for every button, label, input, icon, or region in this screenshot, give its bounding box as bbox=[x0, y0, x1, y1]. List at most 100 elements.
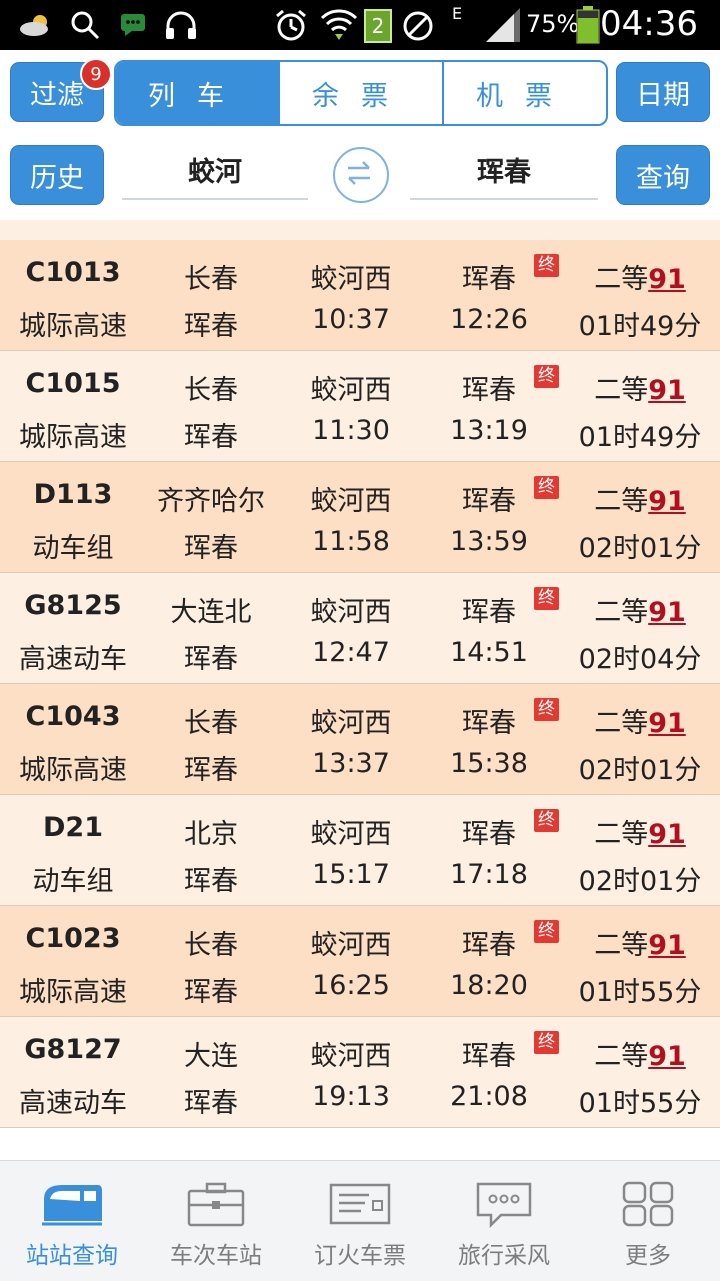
to-station-field[interactable]: 珲春 bbox=[410, 140, 598, 200]
seat-count[interactable]: 91 bbox=[648, 1041, 686, 1072]
origin-station: 大连 bbox=[184, 1041, 238, 1072]
briefcase-icon bbox=[187, 1182, 245, 1227]
terminal-station: 珲春 bbox=[184, 644, 238, 675]
train-row[interactable]: G8127 高速动车 大连 珲春 蛟河西 19:13 珲春 21:08 01时55分 二等91 终 bbox=[0, 1017, 720, 1128]
grid-icon bbox=[622, 1181, 674, 1227]
nav-label: 旅行采风 bbox=[458, 1243, 550, 1269]
seat-class: 二等 bbox=[594, 708, 649, 739]
train-row[interactable]: C1013 城际高速 长春 珲春 蛟河西 10:37 珲春 12:26 01时49分 二等91 终 bbox=[0, 240, 720, 351]
seat-info[interactable]: 二等91 bbox=[560, 701, 720, 740]
terminal-station: 珲春 bbox=[184, 977, 238, 1008]
nav-label: 更多 bbox=[625, 1243, 671, 1269]
train-number: D113 bbox=[33, 479, 113, 510]
train-type: 城际高速 bbox=[19, 755, 127, 786]
from-station-field[interactable]: 蛟河 bbox=[122, 140, 308, 200]
filter-count-badge: 9 bbox=[80, 58, 112, 90]
seat-count[interactable]: 91 bbox=[648, 264, 686, 295]
train-type: 高速动车 bbox=[19, 644, 127, 675]
seat-count[interactable]: 91 bbox=[648, 708, 686, 739]
nav-more[interactable]: 更多 bbox=[576, 1161, 720, 1281]
from-station: 蛟河 bbox=[188, 156, 242, 188]
arrival-time: 15:38 bbox=[450, 748, 528, 779]
train-list[interactable]: C1013 城际高速 长春 珲春 蛟河西 10:37 珲春 12:26 01时49分 二等91 终 C… bbox=[0, 220, 720, 1160]
seat-count[interactable]: 91 bbox=[648, 375, 686, 406]
departure-station: 蛟河西 bbox=[310, 597, 392, 628]
terminal-station: 珲春 bbox=[184, 422, 238, 453]
seat-info[interactable]: 二等91 bbox=[560, 257, 720, 296]
seat-info[interactable]: 二等91 bbox=[560, 479, 720, 518]
seat-info[interactable]: 二等91 bbox=[560, 590, 720, 629]
departure-station: 蛟河西 bbox=[310, 486, 392, 517]
train-row[interactable]: D113 动车组 齐齐哈尔 珲春 蛟河西 11:58 珲春 13:59 02时01分 二等91 终 bbox=[0, 462, 720, 573]
query-button[interactable]: 查询 bbox=[616, 145, 710, 205]
terminal-station: 珲春 bbox=[184, 755, 238, 786]
terminal-tag: 终 bbox=[534, 698, 559, 721]
seat-class: 二等 bbox=[594, 1041, 649, 1072]
departure-time: 16:25 bbox=[312, 970, 390, 1001]
nav-label: 站站查询 bbox=[26, 1243, 118, 1269]
departure-station: 蛟河西 bbox=[310, 930, 392, 961]
nav-book-ticket[interactable]: 订火车票 bbox=[288, 1161, 432, 1281]
seat-info[interactable]: 二等91 bbox=[560, 923, 720, 962]
alarm-icon bbox=[276, 9, 306, 41]
partial-row bbox=[0, 220, 720, 241]
seat-info[interactable]: 二等91 bbox=[560, 368, 720, 407]
seat-count[interactable]: 91 bbox=[648, 597, 686, 628]
segmented-control: 列车 余票 机票 bbox=[114, 60, 608, 126]
arrival-time: 14:51 bbox=[450, 637, 528, 668]
train-number: C1023 bbox=[25, 923, 121, 954]
train-type: 城际高速 bbox=[19, 311, 127, 342]
history-button[interactable]: 历史 bbox=[10, 145, 104, 205]
seat-count[interactable]: 91 bbox=[648, 930, 686, 961]
nav-label: 车次车站 bbox=[170, 1243, 262, 1269]
seat-info[interactable]: 二等91 bbox=[560, 812, 720, 851]
departure-time: 12:47 bbox=[312, 637, 390, 668]
train-row[interactable]: C1043 城际高速 长春 珲春 蛟河西 13:37 珲春 15:38 02时01分 二等91 终 bbox=[0, 684, 720, 795]
speech-bubble-icon bbox=[476, 1182, 532, 1229]
terminal-station: 珲春 bbox=[184, 533, 238, 564]
swap-stations-button[interactable] bbox=[333, 147, 389, 203]
train-type: 高速动车 bbox=[19, 1088, 127, 1119]
duration: 02时04分 bbox=[578, 644, 702, 675]
train-type: 动车组 bbox=[32, 866, 114, 897]
train-type: 城际高速 bbox=[19, 977, 127, 1008]
arrival-time: 12:26 bbox=[450, 304, 528, 335]
train-row[interactable]: C1023 城际高速 长春 珲春 蛟河西 16:25 珲春 18:20 01时55分 二等91 终 bbox=[0, 906, 720, 1017]
departure-time: 19:13 bbox=[312, 1081, 390, 1112]
nav-label: 订火车票 bbox=[314, 1243, 406, 1269]
seat-info[interactable]: 二等91 bbox=[560, 1034, 720, 1073]
battery-icon bbox=[576, 6, 600, 44]
terminal-tag: 终 bbox=[534, 476, 559, 499]
status-bar: 2 E 75% 04:36 bbox=[0, 0, 720, 50]
origin-station: 长春 bbox=[184, 930, 238, 961]
signal-icon bbox=[486, 8, 520, 42]
nav-train-station[interactable]: 车次车站 bbox=[144, 1161, 288, 1281]
seat-class: 二等 bbox=[594, 264, 649, 295]
tab-remaining-tickets[interactable]: 余票 bbox=[278, 62, 442, 124]
train-row[interactable]: D21 动车组 北京 珲春 蛟河西 15:17 珲春 17:18 02时01分 二等91 终 bbox=[0, 795, 720, 906]
arrival-time: 18:20 bbox=[450, 970, 528, 1001]
to-station: 珲春 bbox=[477, 156, 531, 188]
network-type: E bbox=[452, 4, 463, 23]
train-row[interactable]: C1015 城际高速 长春 珲春 蛟河西 11:30 珲春 13:19 01时49分 二等91 终 bbox=[0, 351, 720, 462]
origin-station: 长春 bbox=[184, 375, 238, 406]
train-number: C1043 bbox=[25, 701, 121, 732]
seat-count[interactable]: 91 bbox=[648, 486, 686, 517]
tab-trains[interactable]: 列车 bbox=[116, 62, 278, 124]
nav-station-query[interactable]: 站站查询 bbox=[0, 1161, 144, 1281]
terminal-tag: 终 bbox=[534, 587, 559, 610]
train-row[interactable]: G8125 高速动车 大连北 珲春 蛟河西 12:47 珲春 14:51 02时04分 二等91 终 bbox=[0, 573, 720, 684]
clock: 04:36 bbox=[600, 4, 698, 44]
origin-station: 长春 bbox=[184, 708, 238, 739]
duration: 01时49分 bbox=[578, 311, 702, 342]
duration: 01时49分 bbox=[578, 422, 702, 453]
date-button[interactable]: 日期 bbox=[616, 62, 710, 122]
swap-icon bbox=[348, 161, 370, 185]
train-type: 动车组 bbox=[32, 533, 114, 564]
seat-count[interactable]: 91 bbox=[648, 819, 686, 850]
origin-station: 大连北 bbox=[170, 597, 252, 628]
date-label: 日期 bbox=[636, 79, 690, 111]
sim-badge: 2 bbox=[371, 14, 385, 38]
tab-flights[interactable]: 机票 bbox=[442, 62, 606, 124]
nav-travel-blog[interactable]: 旅行采风 bbox=[432, 1161, 576, 1281]
